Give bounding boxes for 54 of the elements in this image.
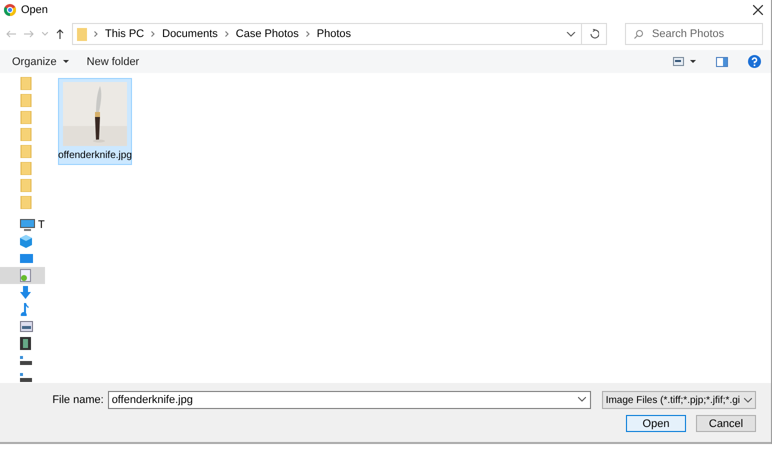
folder-icon bbox=[20, 111, 32, 124]
nav-label: T bbox=[38, 218, 45, 230]
back-arrow-icon[interactable] bbox=[6, 30, 16, 38]
file-item[interactable]: offenderknife.jpg bbox=[58, 78, 132, 165]
folder-icon bbox=[20, 128, 32, 141]
folder-icon bbox=[20, 196, 32, 209]
organize-button[interactable]: Organize bbox=[6, 54, 75, 70]
file-name-label: File name: bbox=[52, 394, 104, 406]
window-title: Open bbox=[21, 4, 49, 16]
close-icon[interactable] bbox=[753, 5, 763, 15]
address-bar[interactable]: This PC Documents Case Photos Photos bbox=[72, 23, 607, 45]
breadcrumb[interactable]: Documents bbox=[162, 28, 218, 40]
chevron-right-icon bbox=[306, 31, 310, 37]
chevron-right-icon bbox=[94, 31, 98, 37]
breadcrumb[interactable]: This PC bbox=[105, 28, 144, 40]
image-icon bbox=[20, 321, 33, 332]
music-note-icon bbox=[20, 303, 29, 316]
document-icon bbox=[20, 269, 31, 282]
monitor-icon bbox=[20, 218, 35, 230]
open-button[interactable]: Open bbox=[626, 415, 686, 432]
file-name: offenderknife.jpg bbox=[58, 150, 132, 161]
folder-icon bbox=[20, 145, 32, 158]
folder-icon bbox=[20, 77, 32, 90]
drive-icon bbox=[20, 373, 32, 382]
file-name-field[interactable]: offenderknife.jpg bbox=[108, 391, 591, 409]
chevron-right-icon bbox=[151, 31, 156, 37]
app-logo-icon bbox=[4, 4, 16, 16]
drive-icon bbox=[20, 356, 32, 365]
folder-icon bbox=[77, 28, 87, 40]
caret-icon bbox=[62, 60, 69, 63]
chevron-down-icon bbox=[744, 398, 752, 402]
cancel-button[interactable]: Cancel bbox=[696, 415, 756, 432]
breadcrumb[interactable]: Case Photos bbox=[236, 28, 299, 40]
help-icon[interactable] bbox=[748, 55, 761, 68]
folder-icon bbox=[20, 94, 32, 107]
forward-arrow-icon[interactable] bbox=[24, 30, 34, 38]
cube-icon bbox=[20, 235, 32, 248]
chevron-down-icon[interactable] bbox=[578, 397, 586, 402]
new-folder-button[interactable]: New folder bbox=[80, 54, 146, 70]
search-field[interactable]: Search Photos bbox=[625, 23, 763, 45]
refresh-icon[interactable] bbox=[590, 29, 598, 39]
up-arrow-icon[interactable] bbox=[56, 29, 64, 39]
folder-icon bbox=[20, 162, 32, 175]
caret-icon[interactable] bbox=[690, 60, 696, 63]
file-type-dropdown[interactable]: Image Files (*.tiff;*.pjp;*.jfif;*.gi bbox=[602, 391, 756, 409]
breadcrumb[interactable]: Photos bbox=[316, 28, 351, 40]
nav-item[interactable]: T bbox=[0, 216, 45, 233]
folder-icon bbox=[20, 179, 32, 192]
monitor-icon bbox=[20, 253, 33, 264]
film-icon bbox=[20, 337, 31, 350]
chevron-right-icon bbox=[224, 31, 229, 37]
down-arrow-icon bbox=[20, 286, 31, 299]
preview-pane-icon[interactable] bbox=[716, 56, 728, 66]
view-options-icon[interactable] bbox=[673, 57, 684, 66]
